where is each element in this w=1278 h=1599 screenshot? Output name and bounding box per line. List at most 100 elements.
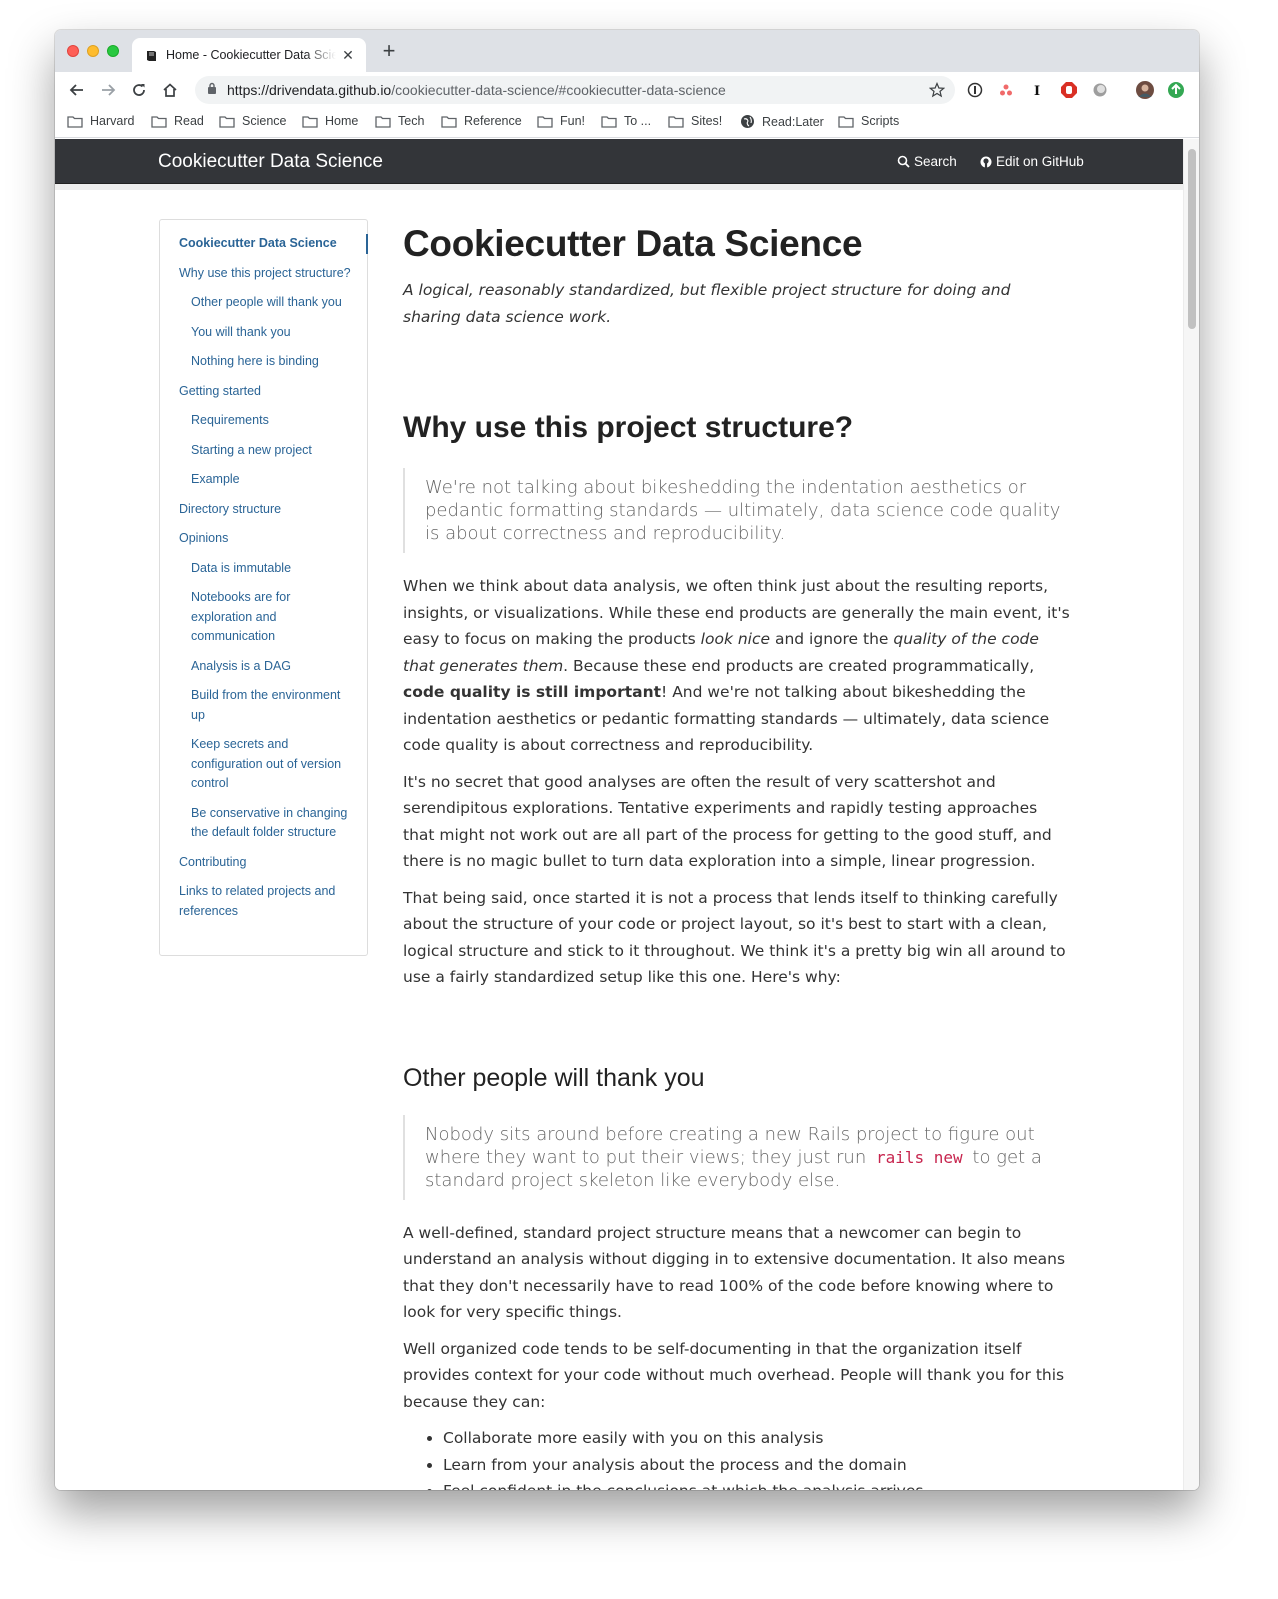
folder-icon: [302, 115, 318, 128]
update-available-icon[interactable]: [1166, 80, 1186, 100]
forward-arrow-icon[interactable]: [96, 78, 120, 102]
tab-strip: Home - Cookiecutter Data Science ✕ +: [55, 30, 1199, 72]
extension-adblock-icon[interactable]: [1059, 80, 1079, 100]
toc-link[interactable]: Build from the environment up: [160, 686, 367, 725]
close-window-button[interactable]: [67, 45, 79, 57]
folder-icon: [838, 115, 854, 128]
browser-window: Home - Cookiecutter Data Science ✕ + htt…: [55, 30, 1199, 1490]
edit-on-github-link[interactable]: Edit on GitHub: [980, 154, 1084, 169]
bookmark-folder-fun[interactable]: Fun!: [537, 114, 585, 128]
list-item: Collaborate more easily with you on this…: [443, 1425, 1073, 1452]
reload-icon[interactable]: [127, 78, 151, 102]
bookmark-folder-reference[interactable]: Reference: [441, 114, 522, 128]
page-scrollbar[interactable]: [1183, 139, 1199, 1490]
paragraph-4: A well-defined, standard project structu…: [403, 1223, 1066, 1322]
bookmark-read-later[interactable]: Read:Later: [740, 114, 824, 129]
toc-link[interactable]: Nothing here is binding: [160, 352, 367, 372]
extension-asana-icon[interactable]: [996, 80, 1016, 100]
bookmarks-bar: Harvard Read Science Home Tech Reference…: [55, 108, 1199, 138]
section-heading-other-people: Other people will thank you: [403, 1063, 705, 1092]
toc-link[interactable]: Analysis is a DAG: [160, 657, 367, 677]
bookmark-star-icon[interactable]: [928, 81, 946, 103]
toc-link[interactable]: You will thank you: [160, 323, 367, 343]
home-icon[interactable]: [158, 78, 182, 102]
folder-icon: [668, 115, 684, 128]
toc-link[interactable]: Contributing: [160, 853, 367, 873]
toc-link[interactable]: Links to related projects and references: [160, 882, 367, 921]
bookmark-folder-science[interactable]: Science: [219, 114, 286, 128]
toc-link[interactable]: Cookiecutter Data Science: [160, 234, 368, 254]
browser-tab-active[interactable]: Home - Cookiecutter Data Science ✕: [132, 38, 366, 72]
bookmark-folder-sites[interactable]: Sites!: [668, 114, 722, 128]
bookmark-folder-tech[interactable]: Tech: [375, 114, 424, 128]
maximize-window-button[interactable]: [107, 45, 119, 57]
back-arrow-icon[interactable]: [65, 78, 89, 102]
paragraph-5: Well organized code tends to be self-doc…: [403, 1339, 1065, 1411]
site-brand-link[interactable]: Cookiecutter Data Science: [158, 151, 383, 173]
site-navbar: Cookiecutter Data Science Search Edit on…: [55, 139, 1183, 184]
url-text: https://drivendata.github.io/cookiecutte…: [227, 82, 726, 98]
blockquote-text: We're not talking about bikeshedding the…: [425, 477, 1061, 544]
close-tab-icon[interactable]: ✕: [340, 47, 356, 64]
folder-icon: [375, 115, 391, 128]
folder-icon: [67, 115, 83, 128]
blockquote-text: Nobody sits around before creating a new…: [425, 1123, 1042, 1191]
browser-toolbar: https://drivendata.github.io/cookiecutte…: [55, 72, 1199, 108]
toc-link[interactable]: Other people will thank you: [160, 293, 367, 313]
extension-circle-icon[interactable]: [1090, 80, 1110, 100]
table-of-contents: Cookiecutter Data Science Why use this pr…: [159, 219, 368, 956]
svg-text:I: I: [1034, 84, 1040, 98]
profile-avatar[interactable]: [1135, 80, 1155, 100]
blockquote-rails: Nobody sits around before creating a new…: [403, 1114, 1073, 1200]
emphasis-look-nice: look nice: [700, 630, 771, 648]
toc-link[interactable]: Notebooks are for exploration and commun…: [160, 588, 367, 647]
folder-icon: [601, 115, 617, 128]
bookmark-folder-scripts[interactable]: Scripts: [838, 114, 899, 128]
scrollbar-thumb[interactable]: [1188, 149, 1196, 329]
new-tab-button[interactable]: +: [377, 39, 401, 63]
toc-link[interactable]: Opinions: [160, 529, 367, 549]
github-icon: [980, 156, 992, 168]
main-content: Cookiecutter Data Science A logical, rea…: [403, 209, 1073, 1490]
list-item: Feel confident in the conclusions at whi…: [443, 1478, 1073, 1490]
paragraph-3: That being said, once started it is not …: [403, 888, 1066, 987]
paragraph-2: It's no secret that good analyses are of…: [403, 772, 1052, 871]
folder-icon: [441, 115, 457, 128]
blockquote-why: We're not talking about bikeshedding the…: [403, 468, 1073, 553]
toc-link[interactable]: Data is immutable: [160, 559, 367, 579]
inline-code-rails-new: rails new: [875, 1147, 963, 1167]
strong-code-quality: code quality is still important: [403, 683, 662, 701]
toc-link[interactable]: Keep secrets and configuration out of ve…: [160, 735, 367, 794]
extension-info-icon[interactable]: [965, 80, 985, 100]
tab-title: Home - Cookiecutter Data Science: [166, 48, 336, 62]
minimize-window-button[interactable]: [87, 45, 99, 57]
address-bar[interactable]: https://drivendata.github.io/cookiecutte…: [195, 76, 955, 104]
folder-icon: [151, 115, 167, 128]
toc-link[interactable]: Getting started: [160, 382, 367, 402]
search-link[interactable]: Search: [897, 154, 957, 169]
bookmark-folder-read[interactable]: Read: [151, 114, 204, 128]
bookmark-folder-home[interactable]: Home: [302, 114, 358, 128]
book-icon: [144, 48, 158, 62]
bookmark-folder-to[interactable]: To ...: [601, 114, 651, 128]
globe-icon: [741, 115, 754, 128]
section-heading-why: Why use this project structure?: [403, 411, 854, 444]
folder-icon: [219, 115, 235, 128]
navbar-divider: [55, 184, 1183, 190]
toc-link[interactable]: Example: [160, 470, 367, 490]
toc-link[interactable]: Requirements: [160, 411, 367, 431]
folder-icon: [537, 115, 553, 128]
benefits-list: Collaborate more easily with you on this…: [403, 1425, 1073, 1490]
lock-icon: [207, 81, 217, 99]
page-viewport: Cookiecutter Data Science Search Edit on…: [55, 139, 1183, 1490]
lead-text: A logical, reasonably standardized, but …: [403, 281, 1011, 326]
toc-link[interactable]: Directory structure: [160, 500, 367, 520]
paragraph-1: When we think about data analysis, we of…: [403, 577, 1070, 754]
page-title: Cookiecutter Data Science: [403, 223, 863, 264]
toc-link[interactable]: Be conservative in changing the default …: [160, 804, 367, 843]
toc-link[interactable]: Why use this project structure?: [160, 264, 367, 284]
search-icon: [897, 155, 910, 168]
bookmark-folder-harvard[interactable]: Harvard: [67, 114, 134, 128]
toc-link[interactable]: Starting a new project: [160, 441, 367, 461]
extension-instapaper-icon[interactable]: I: [1027, 80, 1047, 100]
